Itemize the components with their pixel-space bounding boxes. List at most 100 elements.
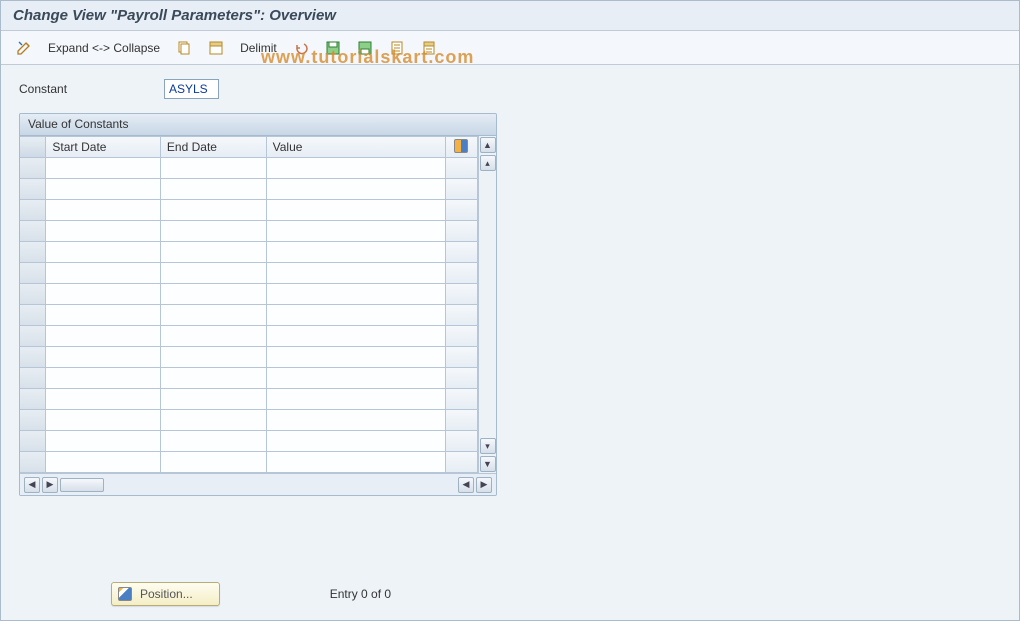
- row-selector[interactable]: [20, 200, 46, 221]
- table-row[interactable]: [20, 179, 478, 200]
- expand-collapse-button[interactable]: Expand <-> Collapse: [43, 37, 165, 59]
- column-value[interactable]: Value: [267, 136, 446, 158]
- cell-end-date[interactable]: [161, 179, 267, 200]
- cell-start-date[interactable]: [46, 200, 161, 221]
- table-row[interactable]: [20, 242, 478, 263]
- constant-input[interactable]: [164, 79, 219, 99]
- cell-start-date[interactable]: [46, 284, 161, 305]
- table-row[interactable]: [20, 347, 478, 368]
- table-row[interactable]: [20, 263, 478, 284]
- cell-end-date[interactable]: [161, 326, 267, 347]
- cell-end-date[interactable]: [161, 284, 267, 305]
- scroll-down-step-button[interactable]: ▾: [480, 438, 496, 454]
- row-selector[interactable]: [20, 158, 46, 179]
- cell-value[interactable]: [267, 158, 446, 179]
- table-row[interactable]: [20, 305, 478, 326]
- cell-start-date[interactable]: [46, 368, 161, 389]
- row-selector[interactable]: [20, 410, 46, 431]
- cell-value[interactable]: [267, 452, 446, 473]
- cell-end-date[interactable]: [161, 242, 267, 263]
- cell-value[interactable]: [267, 179, 446, 200]
- cell-end-date[interactable]: [161, 221, 267, 242]
- form-view2-button[interactable]: [416, 37, 442, 59]
- table-row[interactable]: [20, 368, 478, 389]
- row-selector[interactable]: [20, 347, 46, 368]
- undo-button[interactable]: [288, 37, 314, 59]
- cell-end-date[interactable]: [161, 347, 267, 368]
- cell-end-date[interactable]: [161, 389, 267, 410]
- cell-end-date[interactable]: [161, 263, 267, 284]
- cell-value[interactable]: [267, 389, 446, 410]
- cell-value[interactable]: [267, 221, 446, 242]
- row-selector[interactable]: [20, 242, 46, 263]
- cell-value[interactable]: [267, 368, 446, 389]
- row-selector[interactable]: [20, 179, 46, 200]
- cell-start-date[interactable]: [46, 179, 161, 200]
- scroll-right-button[interactable]: ▶: [476, 477, 492, 493]
- cell-value[interactable]: [267, 263, 446, 284]
- column-start-date[interactable]: Start Date: [46, 136, 161, 158]
- cell-start-date[interactable]: [46, 326, 161, 347]
- cell-value[interactable]: [267, 347, 446, 368]
- cell-value[interactable]: [267, 305, 446, 326]
- table-row[interactable]: [20, 200, 478, 221]
- cell-value[interactable]: [267, 326, 446, 347]
- cell-end-date[interactable]: [161, 431, 267, 452]
- cell-start-date[interactable]: [46, 389, 161, 410]
- cell-start-date[interactable]: [46, 221, 161, 242]
- cell-end-date[interactable]: [161, 305, 267, 326]
- cell-value[interactable]: [267, 284, 446, 305]
- cell-value[interactable]: [267, 410, 446, 431]
- cell-start-date[interactable]: [46, 263, 161, 284]
- row-selector[interactable]: [20, 389, 46, 410]
- table-row[interactable]: [20, 452, 478, 473]
- table-row[interactable]: [20, 410, 478, 431]
- save-variant-button[interactable]: [352, 37, 378, 59]
- table-row[interactable]: [20, 389, 478, 410]
- cell-start-date[interactable]: [46, 242, 161, 263]
- horizontal-scrollbar[interactable]: ◀ ▶ ◀ ▶: [20, 473, 496, 495]
- row-selector[interactable]: [20, 221, 46, 242]
- position-button[interactable]: Position...: [111, 582, 220, 606]
- scroll-up-step-button[interactable]: ▴: [480, 155, 496, 171]
- select-all-button[interactable]: [203, 37, 229, 59]
- row-selector[interactable]: [20, 284, 46, 305]
- cell-value[interactable]: [267, 200, 446, 221]
- row-selector[interactable]: [20, 326, 46, 347]
- delimit-button[interactable]: Delimit: [235, 37, 282, 59]
- cell-value[interactable]: [267, 431, 446, 452]
- column-config[interactable]: [446, 136, 478, 158]
- column-end-date[interactable]: End Date: [161, 136, 267, 158]
- scroll-left-button[interactable]: ◀: [24, 477, 40, 493]
- copy-button[interactable]: [171, 37, 197, 59]
- row-selector[interactable]: [20, 431, 46, 452]
- cell-end-date[interactable]: [161, 452, 267, 473]
- cell-end-date[interactable]: [161, 200, 267, 221]
- cell-start-date[interactable]: [46, 452, 161, 473]
- vertical-scrollbar[interactable]: ▲ ▴ ▾ ▼: [478, 136, 496, 473]
- row-selector[interactable]: [20, 263, 46, 284]
- cell-start-date[interactable]: [46, 347, 161, 368]
- scroll-up-button[interactable]: ▲: [480, 137, 496, 153]
- cell-start-date[interactable]: [46, 158, 161, 179]
- toggle-edit-button[interactable]: [11, 37, 37, 59]
- cell-start-date[interactable]: [46, 305, 161, 326]
- table-row[interactable]: [20, 326, 478, 347]
- save-button[interactable]: [320, 37, 346, 59]
- cell-value[interactable]: [267, 242, 446, 263]
- h-scroll-thumb[interactable]: [60, 478, 104, 492]
- table-row[interactable]: [20, 284, 478, 305]
- cell-end-date[interactable]: [161, 368, 267, 389]
- cell-start-date[interactable]: [46, 410, 161, 431]
- table-row[interactable]: [20, 221, 478, 242]
- table-row[interactable]: [20, 431, 478, 452]
- cell-end-date[interactable]: [161, 158, 267, 179]
- form-view-button[interactable]: [384, 37, 410, 59]
- scroll-left-end-button[interactable]: ◀: [458, 477, 474, 493]
- scroll-down-button[interactable]: ▼: [480, 456, 496, 472]
- cell-start-date[interactable]: [46, 431, 161, 452]
- select-all-header[interactable]: [20, 136, 46, 158]
- table-row[interactable]: [20, 158, 478, 179]
- row-selector[interactable]: [20, 452, 46, 473]
- scroll-right-step1-button[interactable]: ▶: [42, 477, 58, 493]
